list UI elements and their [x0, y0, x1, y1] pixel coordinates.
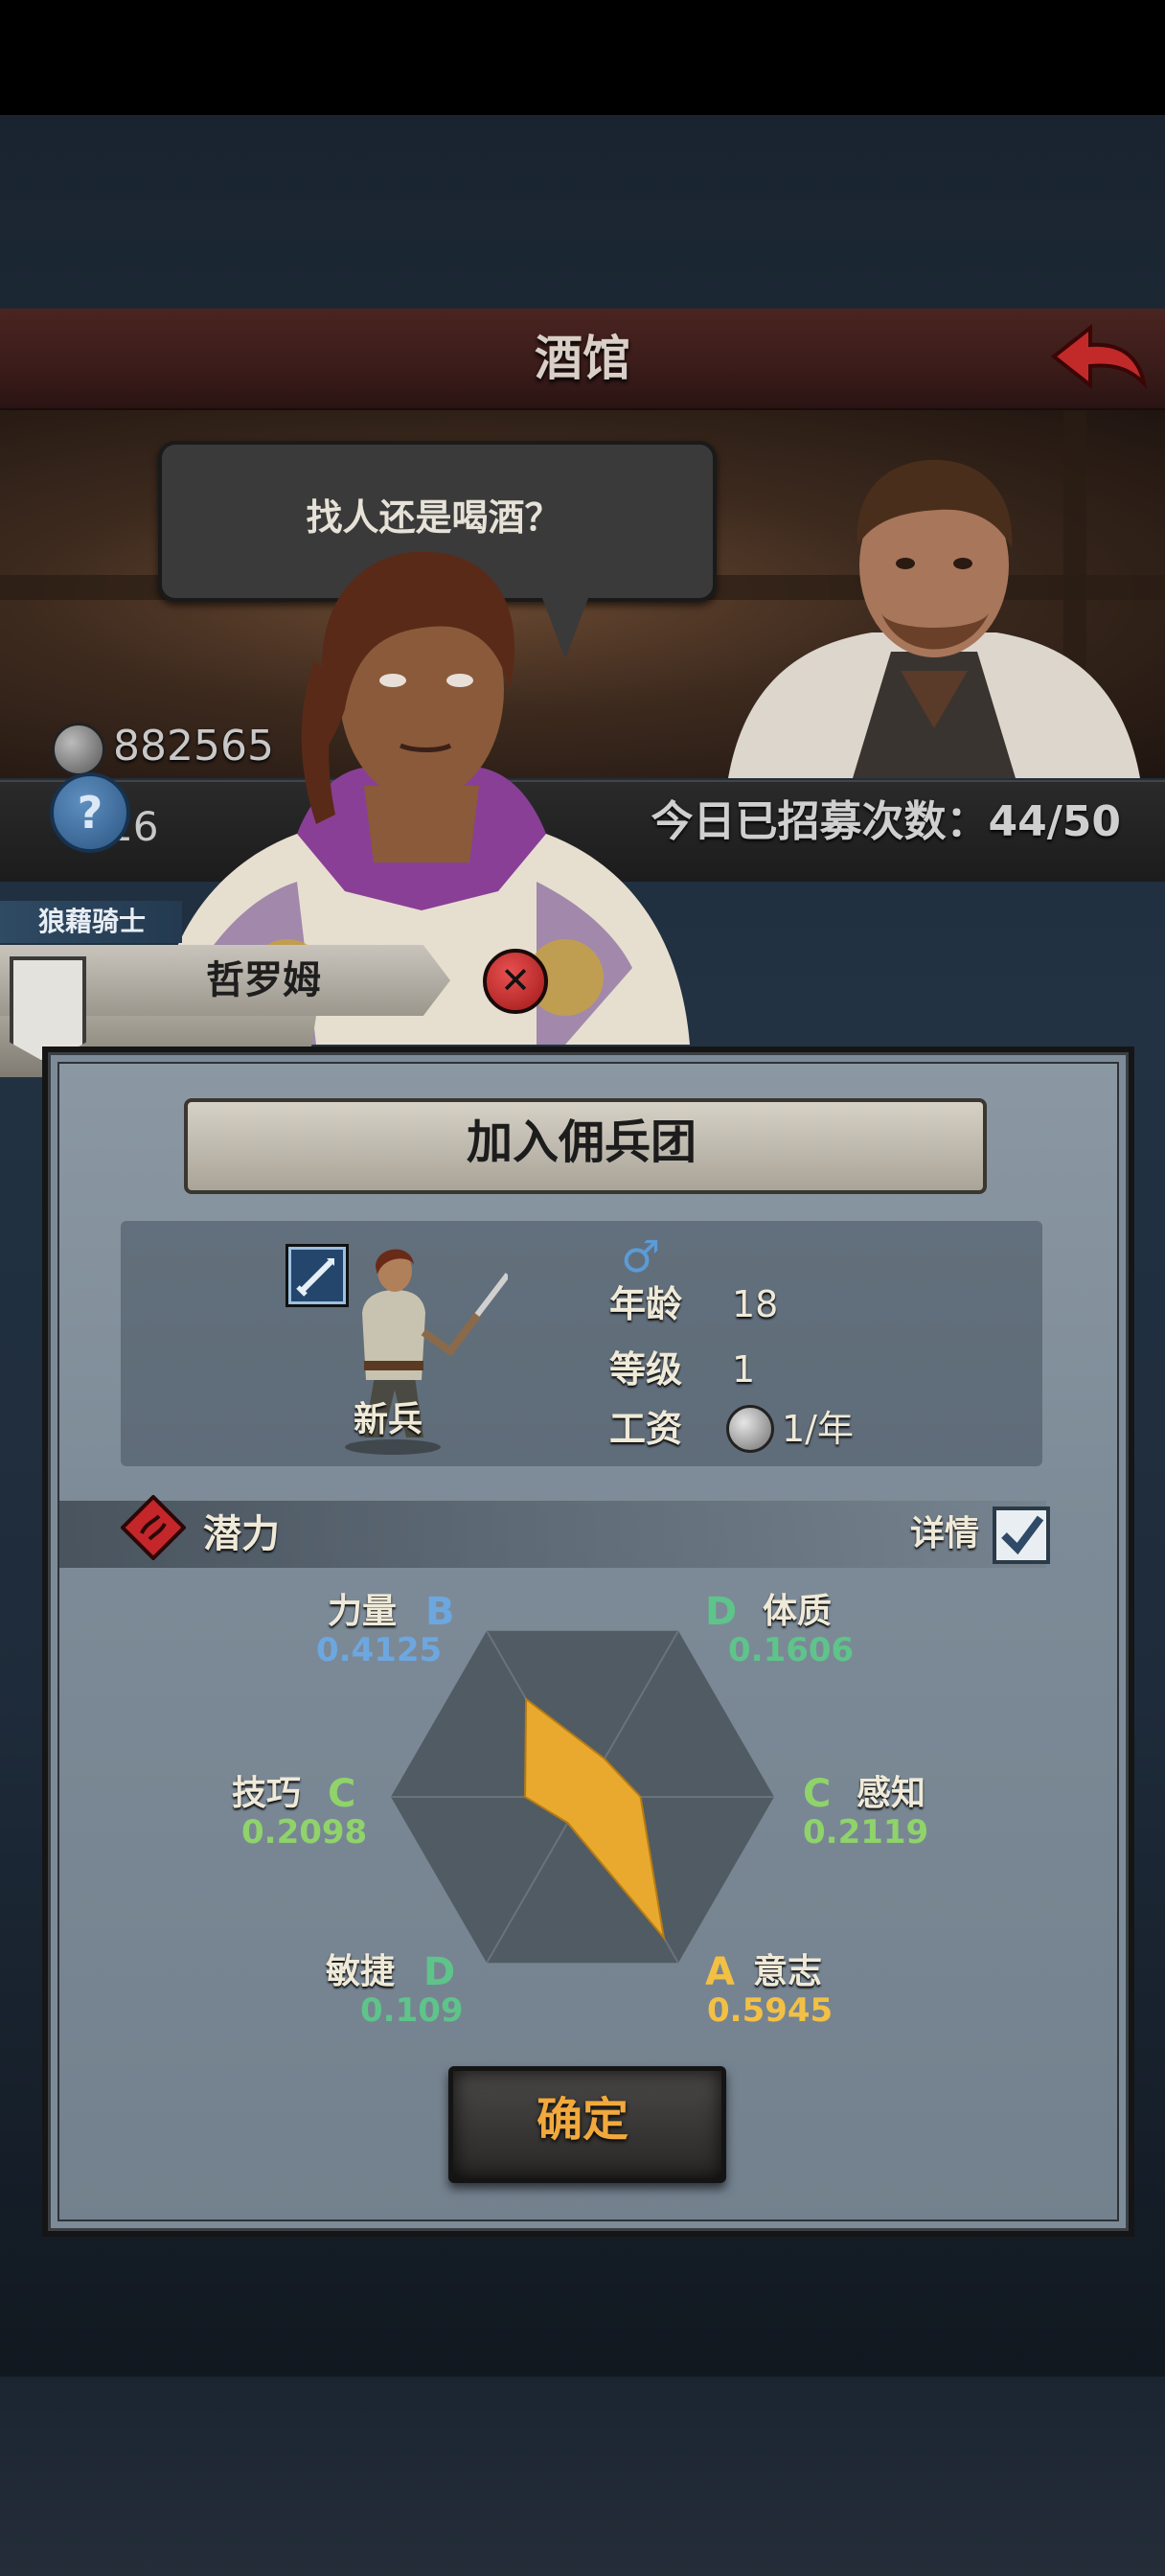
attribute-value: 0.2119	[803, 1813, 929, 1852]
barkeeper-portrait	[728, 459, 1140, 778]
attribute-value: 0.4125	[316, 1631, 443, 1669]
level-value: 1	[732, 1348, 756, 1391]
help-button[interactable]: ?	[50, 772, 130, 853]
wage-value: 1/年	[782, 1408, 854, 1450]
attribute-value: 0.5945	[707, 1991, 834, 2030]
attribute-grade: C	[803, 1772, 832, 1816]
details-checkbox[interactable]	[993, 1506, 1050, 1564]
attribute-value: 0.2098	[241, 1813, 368, 1852]
dismiss-button[interactable]: ✕	[483, 949, 548, 1014]
hero-class-tag: 狼藉骑士	[0, 901, 182, 943]
attribute-name: 感知	[857, 1774, 926, 1813]
tavern-title: 酒馆	[535, 331, 630, 386]
panel-title: 加入佣兵团	[466, 1116, 697, 1169]
attribute-grade: B	[425, 1590, 455, 1634]
wage-coin-icon	[726, 1405, 774, 1453]
attribute-value: 0.1606	[728, 1631, 855, 1669]
attribute-grade: C	[328, 1772, 356, 1816]
top-letterbox	[0, 0, 1165, 115]
attribute-value: 0.109	[360, 1991, 464, 2030]
silver-coin-icon	[52, 723, 105, 776]
wage-label: 工资	[609, 1408, 683, 1450]
attribute-name: 技巧	[232, 1774, 302, 1813]
back-arrow-icon[interactable]	[1044, 316, 1150, 402]
unit-info-card	[121, 1221, 1042, 1466]
confirm-button-label: 确定	[536, 2093, 628, 2147]
level-label: 等级	[609, 1348, 683, 1391]
potential-label: 潜力	[203, 1512, 280, 1556]
details-label: 详情	[910, 1514, 980, 1553]
attribute-name: 敏捷	[326, 1952, 396, 1991]
bottom-letterbox	[0, 2377, 1165, 2576]
potential-diamond-icon	[121, 1495, 186, 1560]
attribute-name: 意志	[753, 1952, 823, 1991]
attribute-name: 力量	[328, 1592, 398, 1631]
hero-name: 哲罗姆	[206, 958, 321, 1002]
unit-class-label: 新兵	[353, 1400, 423, 1439]
age-label: 年龄	[609, 1283, 683, 1325]
attribute-grade: D	[423, 1950, 456, 1994]
attribute-grade: D	[705, 1590, 738, 1634]
male-icon: ♂	[621, 1230, 661, 1282]
sword-class-icon	[286, 1244, 349, 1307]
attribute-name: 体质	[763, 1592, 833, 1631]
attribute-grade: A	[705, 1950, 735, 1994]
age-value: 18	[732, 1283, 779, 1325]
